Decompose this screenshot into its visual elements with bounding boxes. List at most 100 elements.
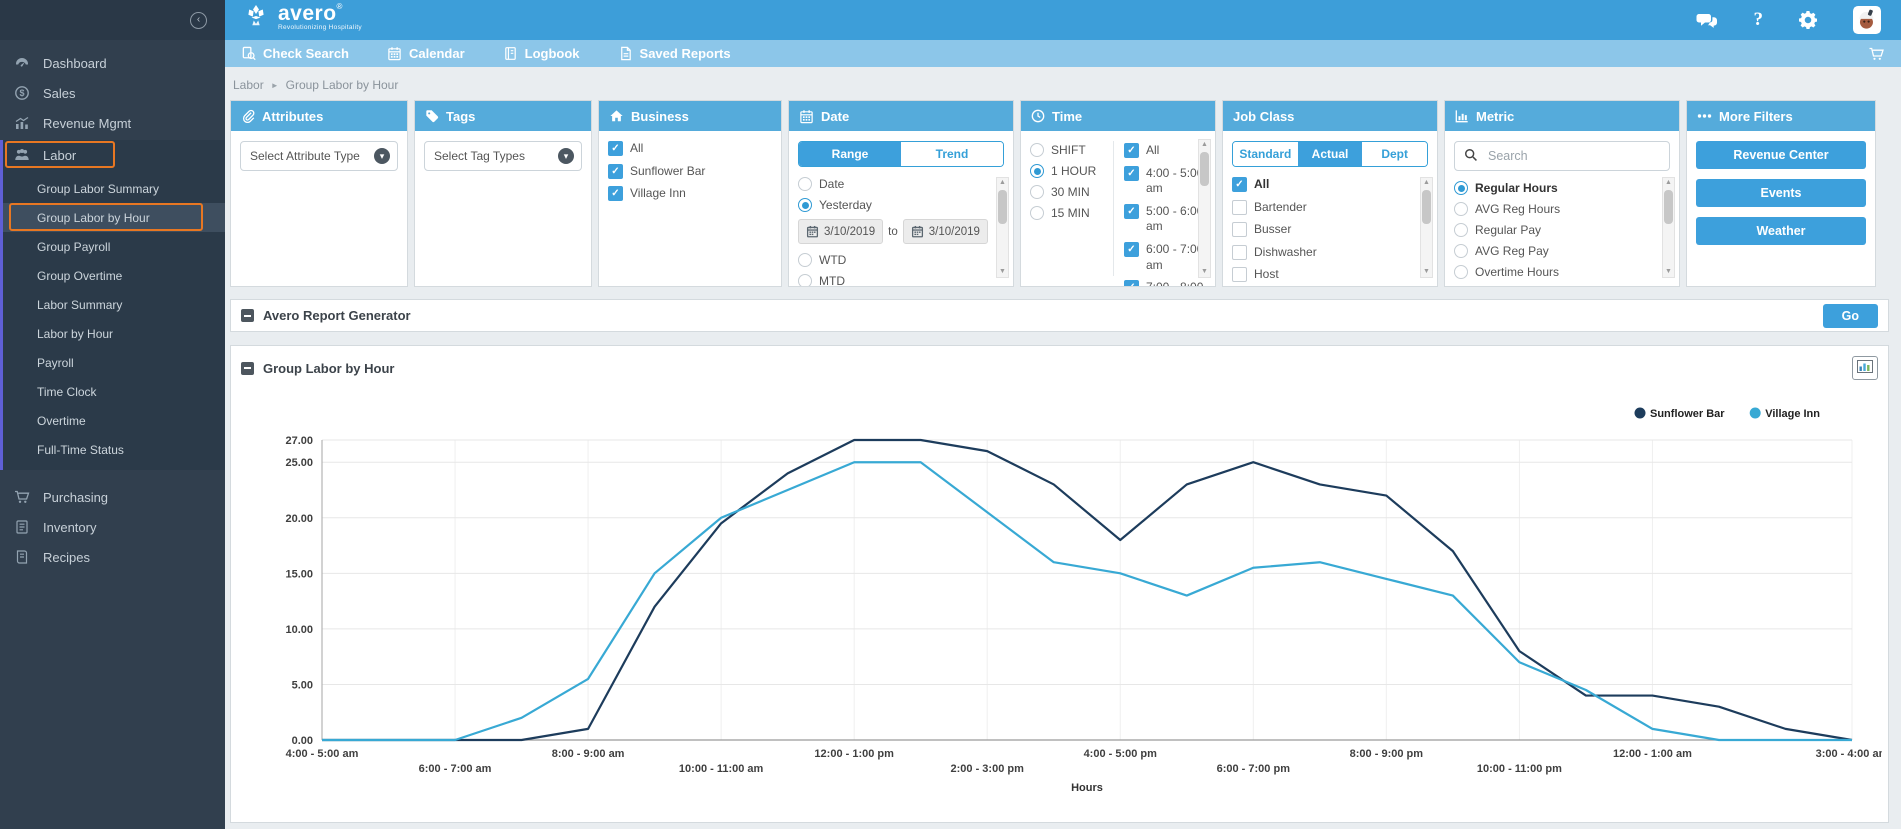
radio-option-shift[interactable]: SHIFT: [1030, 143, 1113, 157]
checkbox-option-busser[interactable]: Busser: [1232, 222, 1410, 238]
radio-option-avg-reg-hours[interactable]: AVG Reg Hours: [1454, 202, 1652, 216]
collapse-icon[interactable]: [241, 362, 254, 375]
sidebar-item-labor-summary[interactable]: Labor Summary: [3, 290, 225, 319]
sidebar-item-group-payroll[interactable]: Group Payroll: [3, 232, 225, 261]
scroll-down-icon[interactable]: ▼: [999, 267, 1006, 277]
toggle-trend[interactable]: Trend: [901, 142, 1003, 166]
tab-saved-reports[interactable]: Saved Reports: [618, 46, 731, 61]
toggle-standard[interactable]: Standard: [1233, 142, 1298, 166]
scroll-up-icon[interactable]: ▲: [999, 178, 1006, 188]
tab-check-search[interactable]: Check Search: [241, 46, 349, 61]
scroll-down-icon[interactable]: ▼: [1423, 267, 1430, 277]
checkbox-option-bartender[interactable]: Bartender: [1232, 200, 1410, 216]
inventory-icon: [14, 519, 31, 535]
radio-option-regular-hours[interactable]: Regular Hours: [1454, 181, 1652, 195]
scroll-down-icon[interactable]: ▼: [1201, 267, 1208, 277]
sidebar-item-group-labor-summary[interactable]: Group Labor Summary: [3, 174, 225, 203]
sidebar-subitem-label: Group Labor Summary: [37, 182, 159, 196]
y-tick-label: 27.00: [285, 435, 313, 447]
checkbox-option-all[interactable]: ✓All: [1232, 177, 1410, 193]
help-icon[interactable]: ?: [1754, 9, 1764, 31]
scroll-up-icon[interactable]: ▲: [1423, 178, 1430, 188]
scrollbar[interactable]: ▲▼: [996, 177, 1009, 278]
attributes-dropdown[interactable]: Select Attribute Type▾: [240, 141, 398, 171]
y-tick-label: 25.00: [285, 457, 313, 469]
sidebar-item-labor-by-hour[interactable]: Labor by Hour: [3, 319, 225, 348]
tab-label: Saved Reports: [640, 46, 731, 61]
checkbox-option-host[interactable]: Host: [1232, 267, 1410, 283]
chat-icon[interactable]: [1696, 12, 1718, 29]
x-tick-label: 10:00 - 11:00 am: [679, 763, 764, 775]
scrollbar[interactable]: ▲▼: [1198, 139, 1211, 278]
radio-option-mtd[interactable]: MTD: [798, 274, 986, 286]
scroll-down-icon[interactable]: ▼: [1665, 267, 1672, 277]
export-chart-button[interactable]: [1852, 356, 1878, 380]
search-input[interactable]: [1486, 148, 1660, 164]
sidebar-item-group-labor-by-hour[interactable]: Group Labor by Hour: [3, 203, 225, 232]
scroll-thumb[interactable]: [1200, 152, 1209, 186]
sidebar-item-group-overtime[interactable]: Group Overtime: [3, 261, 225, 290]
toggle-range[interactable]: Range: [799, 142, 901, 166]
avero-logo[interactable]: avero® Revolutionizing Hospitality: [241, 3, 362, 38]
metric-search-field[interactable]: [1454, 141, 1670, 171]
scroll-up-icon[interactable]: ▲: [1201, 140, 1208, 150]
radio-option-regular-pay[interactable]: Regular Pay: [1454, 223, 1652, 237]
checkbox-option-7-00-8-00-am[interactable]: ✓7:00 - 8:00 am: [1124, 280, 1212, 286]
sidebar-item-full-time-status[interactable]: Full-Time Status: [3, 435, 225, 464]
events-button[interactable]: Events: [1696, 179, 1866, 207]
date-to-input[interactable]: 3/10/2019: [903, 219, 988, 244]
tab-calendar[interactable]: Calendar: [387, 46, 465, 61]
radio-option-1-hour[interactable]: 1 HOUR: [1030, 164, 1113, 178]
checkbox-option-dishwasher[interactable]: Dishwasher: [1232, 245, 1410, 261]
sidebar-item-revenue-mgmt[interactable]: Revenue Mgmt: [0, 108, 225, 138]
radio-option-30-min[interactable]: 30 MIN: [1030, 185, 1113, 199]
scroll-up-icon[interactable]: ▲: [1665, 178, 1672, 188]
scrollbar[interactable]: ▲▼: [1662, 177, 1675, 278]
radio-option-avg-reg-pay[interactable]: AVG Reg Pay: [1454, 244, 1652, 258]
sidebar-item-time-clock[interactable]: Time Clock: [3, 377, 225, 406]
sidebar-subitem-label: Full-Time Status: [37, 443, 124, 457]
sidebar-item-inventory[interactable]: Inventory: [0, 512, 225, 542]
y-tick-label: 0.00: [292, 735, 313, 747]
radio-option-date[interactable]: Date: [798, 177, 986, 191]
sidebar-collapse-icon[interactable]: ‹: [190, 12, 207, 29]
checkbox-option-all[interactable]: ✓All: [608, 141, 772, 157]
collapse-icon[interactable]: [241, 309, 254, 322]
tags-dropdown[interactable]: Select Tag Types▾: [424, 141, 582, 171]
sidebar-item-dashboard[interactable]: Dashboard: [0, 48, 225, 78]
breadcrumb-parent[interactable]: Labor: [233, 78, 264, 92]
toggle-actual[interactable]: Actual: [1298, 142, 1363, 166]
y-tick-label: 15.00: [285, 568, 313, 580]
go-button[interactable]: Go: [1823, 304, 1878, 328]
sidebar-item-sales[interactable]: $Sales: [0, 78, 225, 108]
avatar[interactable]: [1853, 6, 1881, 34]
filter-panel-body: StandardActualDept ✓All Bartender Busser Dis…: [1223, 131, 1437, 286]
sidebar-item-purchasing[interactable]: Purchasing: [0, 482, 225, 512]
labor-section: Labor Group Labor Summary Group Labor by H…: [0, 140, 225, 470]
date-from-input[interactable]: 3/10/2019: [798, 219, 883, 244]
radio-option-yesterday[interactable]: Yesterday: [798, 198, 986, 212]
weather-button[interactable]: Weather: [1696, 217, 1866, 245]
sidebar-subitem-label: Overtime: [37, 414, 86, 428]
scroll-thumb[interactable]: [998, 190, 1007, 224]
mini-calendar-icon: [911, 225, 924, 238]
scroll-thumb[interactable]: [1664, 190, 1673, 224]
checkbox-option-village-inn[interactable]: ✓Village Inn: [608, 186, 772, 202]
segmented-toggle: StandardActualDept: [1232, 141, 1428, 167]
toggle-dept[interactable]: Dept: [1362, 142, 1427, 166]
sidebar-item-overtime[interactable]: Overtime: [3, 406, 225, 435]
radio-option-15-min[interactable]: 15 MIN: [1030, 206, 1113, 220]
scrollbar[interactable]: ▲▼: [1420, 177, 1433, 278]
radio-option-overtime-hours[interactable]: Overtime Hours: [1454, 265, 1652, 279]
svg-text:$: $: [19, 88, 24, 98]
scroll-thumb[interactable]: [1422, 190, 1431, 224]
cart-icon[interactable]: [1868, 46, 1885, 62]
gear-icon[interactable]: [1799, 11, 1817, 29]
radio-option-wtd[interactable]: WTD: [798, 253, 986, 267]
revenue-center-button[interactable]: Revenue Center: [1696, 141, 1866, 169]
sidebar-item-labor[interactable]: Labor: [3, 140, 225, 170]
sidebar-item-recipes[interactable]: Recipes: [0, 542, 225, 572]
sidebar-item-payroll[interactable]: Payroll: [3, 348, 225, 377]
tab-logbook[interactable]: Logbook: [503, 46, 580, 61]
checkbox-option-sunflower-bar[interactable]: ✓Sunflower Bar: [608, 164, 772, 180]
